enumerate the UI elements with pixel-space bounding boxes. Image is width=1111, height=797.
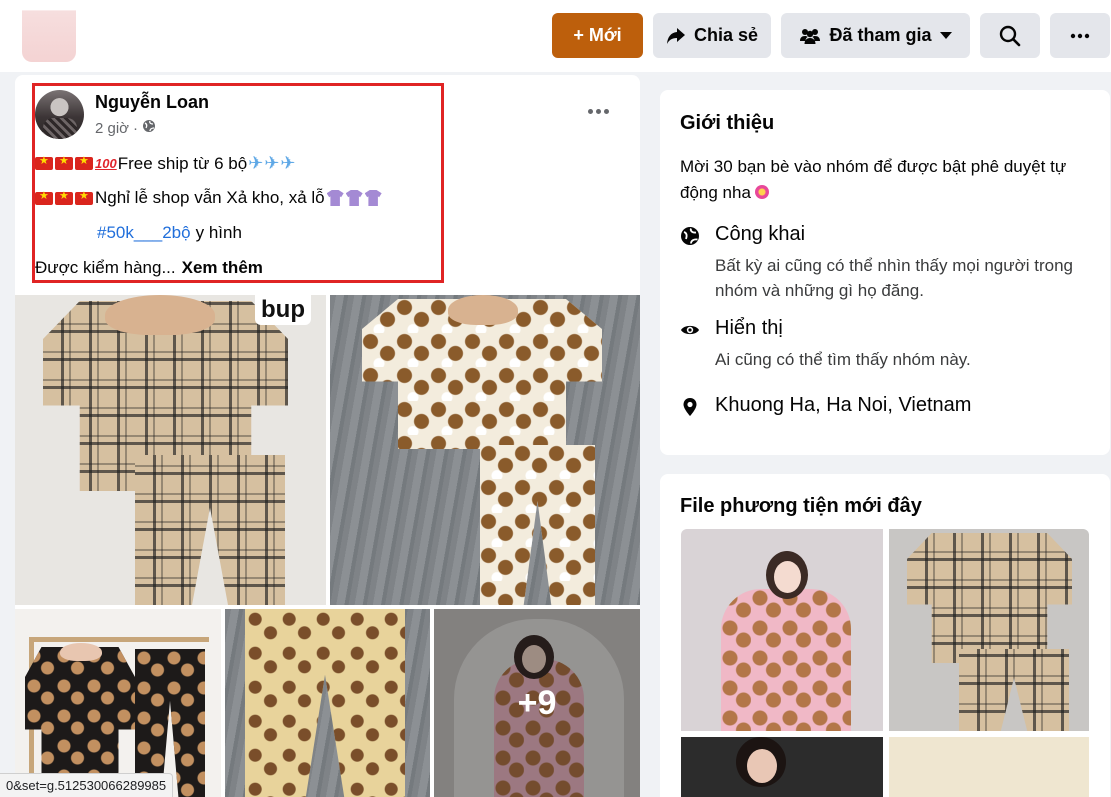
bear-pants-light-image	[245, 609, 405, 797]
vietnam-flag-icon	[75, 154, 93, 170]
post-text-line-3: #50k___2bộ y hình	[97, 223, 242, 243]
vietnam-flag-icon	[55, 189, 73, 205]
tshirt-icon	[364, 190, 382, 206]
globe-icon	[680, 226, 700, 246]
share-icon	[666, 27, 686, 45]
more-options-button[interactable]	[1050, 13, 1110, 58]
post-meta: 2 giờ ·	[95, 119, 156, 137]
status-bar-url: 0&set=g.512530066289985	[0, 773, 174, 797]
plaid-pants-image	[959, 649, 1069, 731]
privacy-description: Bất kỳ ai cũng có thể nhìn thấy mọi ngườ…	[715, 256, 1074, 300]
free-ship-text: Free ship từ 6 bộ	[117, 153, 248, 173]
post-photo-5[interactable]: +9	[434, 609, 640, 797]
same-picture-text: y hình	[195, 223, 242, 242]
post-photo-3[interactable]	[15, 609, 221, 797]
airplane-icon: ✈	[248, 153, 264, 173]
hashtag-link[interactable]: #50k___2bộ	[97, 223, 191, 243]
about-description-text: Mời 30 bạn bè vào nhóm để được bật phê d…	[680, 157, 1067, 202]
clearance-text: Nghỉ lễ shop vẫn Xả kho, xả lỗ	[95, 188, 325, 207]
tshirt-icon	[326, 190, 344, 206]
caret-down-icon	[939, 31, 952, 40]
group-header: + Mới Chia sẻ Đã tham gia	[0, 0, 1111, 72]
post-card: Nguyễn Loan 2 giờ · 100 Free ship từ 6 b…	[15, 75, 640, 797]
share-button[interactable]: Chia sẻ	[653, 13, 771, 58]
dot	[587, 108, 593, 114]
photo-badge: bup	[255, 295, 311, 325]
joined-button[interactable]: Đã tham gia	[781, 13, 970, 58]
about-description: Mời 30 bạn bè vào nhóm để được bật phê d…	[680, 154, 1090, 206]
new-post-label: + Mới	[573, 25, 622, 45]
vietnam-flag-icon	[55, 154, 73, 170]
inspection-text: Được kiểm hàng...	[35, 258, 176, 277]
plaid-pants-image	[135, 455, 285, 605]
search-icon	[999, 25, 1021, 47]
post-time[interactable]: 2 giờ	[95, 120, 129, 137]
post-options-button[interactable]	[580, 99, 616, 123]
see-more-link[interactable]: Xem thêm	[182, 258, 263, 278]
dot	[603, 108, 609, 114]
globe-icon	[142, 119, 156, 137]
model-face-image	[747, 749, 777, 783]
privacy-title: Công khai	[715, 223, 806, 245]
collar-image	[448, 295, 518, 325]
media-thumbnail-2[interactable]	[889, 529, 1089, 731]
joined-label: Đã tham gia	[829, 25, 932, 45]
recent-media-title: File phương tiện mới đây	[680, 495, 922, 517]
about-title: Giới thiệu	[680, 112, 775, 134]
recent-media-card: File phương tiện mới đây	[660, 474, 1110, 797]
vietnam-flag-icon	[35, 154, 53, 170]
author-name[interactable]: Nguyễn Loan	[95, 92, 209, 113]
post-text-line-4: Được kiểm hàng... Xem thêm	[35, 258, 263, 278]
collar-image	[60, 643, 102, 661]
hundred-points-icon: 100	[95, 156, 117, 171]
media-thumbnail-1[interactable]	[681, 529, 883, 731]
post-photo-1[interactable]: bup	[15, 295, 326, 605]
post-photo-4[interactable]	[225, 609, 430, 797]
more-horizontal-icon	[1070, 33, 1090, 39]
post-text-line-1: 100 Free ship từ 6 bộ ✈ ✈ ✈	[35, 153, 296, 174]
media-thumbnail-4[interactable]	[889, 737, 1089, 797]
model-outfit-image	[721, 589, 851, 731]
about-card: Giới thiệu Mời 30 bạn bè vào nhóm để đượ…	[660, 90, 1110, 455]
airplane-icon: ✈	[280, 153, 296, 173]
dot	[595, 108, 601, 114]
tshirt-icon	[345, 190, 363, 206]
members-icon	[799, 28, 821, 44]
more-photos-overlay[interactable]: +9	[434, 609, 640, 797]
vietnam-flag-icon	[75, 189, 93, 205]
location-text[interactable]: Khuong Ha, Ha Noi, Vietnam	[715, 394, 971, 417]
post-text-line-2: Nghỉ lễ shop vẫn Xả kho, xả lỗ	[35, 188, 382, 208]
clothes-rack-image	[29, 637, 209, 642]
post-photo-2[interactable]	[330, 295, 640, 605]
highlight-box	[32, 83, 444, 283]
new-post-button[interactable]: + Mới	[552, 13, 643, 58]
visibility-title: Hiển thị	[715, 317, 783, 339]
collar-image	[105, 295, 215, 335]
flower-icon	[754, 185, 769, 199]
airplane-icon: ✈	[264, 153, 280, 173]
share-label: Chia sẻ	[693, 25, 759, 45]
group-cover-thumbnail[interactable]	[22, 4, 76, 62]
media-thumbnail-3[interactable]	[681, 737, 883, 797]
vietnam-flag-icon	[35, 189, 53, 205]
heart-pants-image	[480, 445, 595, 605]
more-photos-count: +9	[517, 683, 557, 722]
author-avatar[interactable]	[35, 90, 84, 139]
visibility-description: Ai cũng có thể tìm thấy nhóm này.	[715, 350, 971, 369]
meta-separator: ·	[133, 119, 139, 137]
location-pin-icon	[680, 397, 700, 417]
plaid-shirt-image	[907, 533, 1072, 663]
search-button[interactable]	[980, 13, 1040, 58]
eye-icon	[680, 320, 700, 340]
model-face-image	[774, 561, 801, 593]
